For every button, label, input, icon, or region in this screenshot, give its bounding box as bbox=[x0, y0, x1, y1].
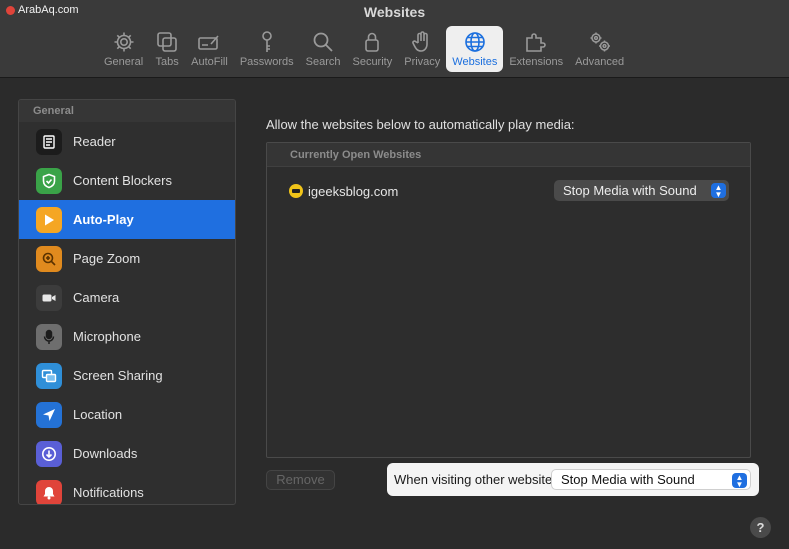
bell-icon bbox=[36, 479, 62, 504]
location-icon bbox=[36, 401, 62, 428]
help-button[interactable]: ? bbox=[750, 517, 771, 538]
preferences-window: ArabAq.com Websites General Tabs AutoFil… bbox=[0, 0, 789, 549]
sidebar-item-reader[interactable]: Reader bbox=[19, 122, 235, 161]
sidebar-item-microphone[interactable]: Microphone bbox=[19, 317, 235, 356]
tab-security[interactable]: Security bbox=[346, 26, 398, 72]
screen-sharing-icon bbox=[36, 362, 62, 389]
camera-icon bbox=[36, 284, 62, 311]
sidebar-item-notifications[interactable]: Notifications bbox=[19, 473, 235, 504]
tab-general-label: General bbox=[104, 56, 144, 68]
sidebar-item-camera[interactable]: Camera bbox=[19, 278, 235, 317]
sidebar-item-label: Reader bbox=[73, 134, 116, 149]
tabs-icon bbox=[157, 32, 177, 52]
sidebar-item-auto-play[interactable]: Auto-Play bbox=[19, 200, 235, 239]
sidebar-item-label: Downloads bbox=[73, 446, 138, 461]
tab-websites-label: Websites bbox=[452, 56, 498, 68]
sidebar-item-label: Camera bbox=[73, 290, 120, 305]
sidebar-item-downloads[interactable]: Downloads bbox=[19, 434, 235, 473]
other-websites-setting-select[interactable]: Stop Media with Sound ▲ ▼ bbox=[551, 469, 751, 490]
sidebar-item-label: Location bbox=[73, 407, 123, 422]
sidebar-item-location[interactable]: Location bbox=[19, 395, 235, 434]
toolbar: ArabAq.com Websites General Tabs AutoFil… bbox=[0, 0, 789, 78]
tab-security-label: Security bbox=[352, 56, 393, 68]
tab-autofill[interactable]: AutoFill bbox=[185, 26, 234, 72]
tab-search-label: Search bbox=[305, 56, 341, 68]
other-websites-setting-value: Stop Media with Sound bbox=[561, 472, 695, 487]
sidebar-item-page-zoom[interactable]: Page Zoom bbox=[19, 239, 235, 278]
tab-tabs[interactable]: Tabs bbox=[149, 26, 185, 72]
chevron-up-down-icon: ▲ ▼ bbox=[732, 473, 747, 488]
extensions-icon bbox=[526, 33, 547, 52]
tab-passwords[interactable]: Passwords bbox=[234, 26, 300, 72]
sidebar-item-content-blockers[interactable]: Content Blockers bbox=[19, 161, 235, 200]
chevron-up-down-icon: ▲ ▼ bbox=[711, 183, 726, 198]
window-title: Websites bbox=[363, 4, 426, 20]
tab-websites[interactable]: Websites bbox=[446, 26, 504, 72]
settings-sidebar: General Reader Content Blockers Auto-Pla… bbox=[18, 99, 236, 505]
lock-icon bbox=[365, 32, 380, 52]
preferences-tabs: General Tabs AutoFill Passwords Search S… bbox=[98, 26, 630, 74]
tab-autofill-label: AutoFill bbox=[191, 56, 228, 68]
tab-extensions[interactable]: Extensions bbox=[503, 26, 569, 72]
tab-passwords-label: Passwords bbox=[239, 56, 294, 68]
open-websites-list: Currently Open Websites igeeksblog.com S… bbox=[266, 142, 751, 458]
sidebar-item-label: Page Zoom bbox=[73, 251, 141, 266]
site-autoplay-setting-select[interactable]: Stop Media with Sound ▲ ▼ bbox=[554, 180, 729, 201]
globe-icon bbox=[465, 32, 485, 52]
other-websites-label: When visiting other websites: bbox=[394, 472, 563, 487]
hand-icon bbox=[412, 31, 429, 52]
sidebar-item-label: Microphone bbox=[73, 329, 141, 344]
tab-general[interactable]: General bbox=[98, 26, 149, 72]
site-autoplay-setting-value: Stop Media with Sound bbox=[563, 183, 697, 198]
tab-extensions-label: Extensions bbox=[509, 56, 564, 68]
autoplay-description: Allow the websites below to automaticall… bbox=[266, 117, 575, 132]
tab-privacy-label: Privacy bbox=[404, 56, 441, 68]
zoom-icon bbox=[36, 245, 62, 272]
other-websites-panel: When visiting other websites: Stop Media… bbox=[387, 463, 759, 496]
tab-advanced[interactable]: Advanced bbox=[569, 26, 630, 72]
tab-tabs-label: Tabs bbox=[155, 56, 179, 68]
reader-icon bbox=[36, 128, 62, 155]
gears-icon bbox=[590, 32, 610, 52]
remove-button[interactable]: Remove bbox=[266, 470, 335, 490]
list-item: igeeksblog.com Stop Media with Sound ▲ ▼ bbox=[289, 180, 729, 202]
site-favicon-icon bbox=[289, 184, 303, 198]
gear-icon bbox=[114, 32, 134, 52]
sidebar-item-screen-sharing[interactable]: Screen Sharing bbox=[19, 356, 235, 395]
sidebar-item-label: Content Blockers bbox=[73, 173, 172, 188]
shield-icon bbox=[36, 167, 62, 194]
sidebar-section-title: General bbox=[19, 100, 235, 122]
tab-privacy[interactable]: Privacy bbox=[398, 26, 446, 72]
site-name: igeeksblog.com bbox=[308, 183, 399, 199]
sidebar-item-label: Auto-Play bbox=[73, 212, 134, 227]
microphone-icon bbox=[36, 323, 62, 350]
sidebar-item-label: Screen Sharing bbox=[73, 368, 163, 383]
play-icon bbox=[36, 206, 62, 233]
tab-advanced-label: Advanced bbox=[575, 56, 625, 68]
key-icon bbox=[261, 31, 272, 52]
autofill-icon bbox=[198, 35, 220, 50]
download-icon bbox=[36, 440, 62, 467]
tab-search[interactable]: Search bbox=[300, 26, 347, 72]
search-icon bbox=[313, 32, 333, 52]
open-websites-header: Currently Open Websites bbox=[267, 143, 750, 167]
sidebar-item-label: Notifications bbox=[73, 485, 144, 500]
